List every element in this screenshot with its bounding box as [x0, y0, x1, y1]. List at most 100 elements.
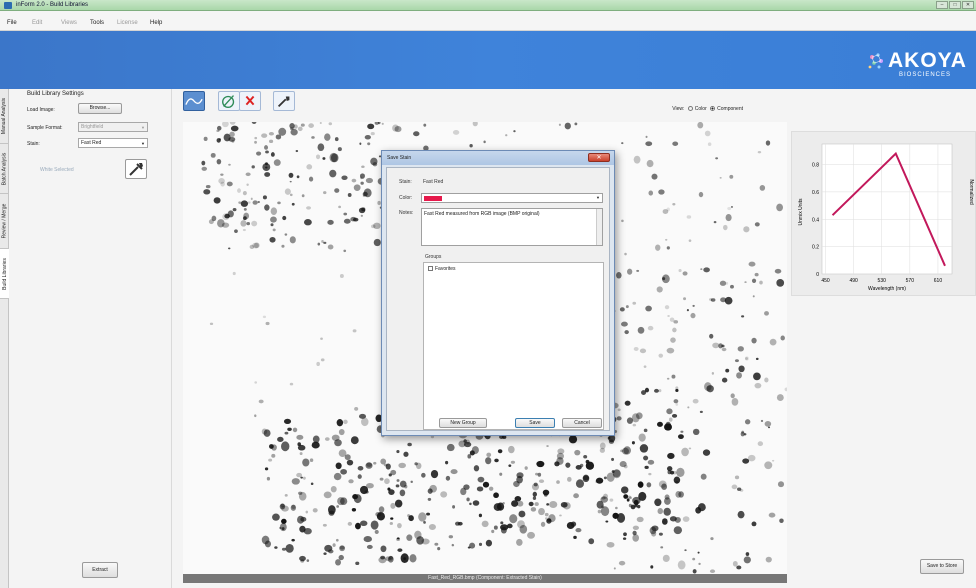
- cell-nucleus: [340, 468, 347, 475]
- extract-button[interactable]: Extract: [82, 562, 118, 578]
- cell-nucleus: [269, 236, 276, 243]
- cell-nucleus: [631, 441, 635, 445]
- cell-nucleus: [731, 397, 739, 406]
- view-component-radio[interactable]: [710, 106, 716, 112]
- favorites-label: Favorites: [435, 266, 456, 272]
- eyedropper-button[interactable]: [125, 159, 147, 179]
- cancel-button[interactable]: Cancel: [562, 418, 602, 428]
- color-picker[interactable]: ▼: [421, 193, 603, 203]
- tab-review-merge[interactable]: Review / Merge: [0, 194, 9, 249]
- cell-nucleus: [397, 523, 402, 529]
- cell-nucleus: [350, 216, 357, 222]
- cell-nucleus: [700, 473, 707, 480]
- cell-nucleus: [335, 559, 342, 566]
- cell-nucleus: [667, 452, 675, 460]
- menu-help[interactable]: Help: [150, 20, 162, 26]
- cell-nucleus: [748, 261, 756, 267]
- cell-nucleus: [469, 502, 472, 506]
- browse-button[interactable]: Browse...: [78, 103, 122, 114]
- cell-nucleus: [686, 309, 689, 312]
- settings-panel: Build Library Settings Load Image: Brows…: [10, 89, 172, 588]
- cell-nucleus: [764, 461, 773, 470]
- notes-text: Fast Red measured from RGB image (BMP or…: [424, 211, 540, 217]
- cell-nucleus: [265, 321, 270, 326]
- cell-nucleus: [673, 399, 679, 404]
- cell-nucleus: [673, 476, 681, 484]
- maximize-button[interactable]: □: [949, 1, 961, 9]
- menu-tools[interactable]: Tools: [90, 20, 104, 26]
- dialog-color-label: Color:: [399, 195, 413, 201]
- cell-nucleus: [736, 372, 742, 379]
- eyedropper-tool-button[interactable]: [273, 91, 295, 111]
- x-tick-label: 530: [878, 278, 887, 284]
- cell-nucleus: [624, 330, 629, 335]
- cell-nucleus: [281, 244, 285, 248]
- cell-nucleus: [359, 176, 363, 180]
- cell-nucleus: [343, 419, 348, 425]
- cell-nucleus: [538, 507, 545, 516]
- cell-nucleus: [384, 478, 390, 485]
- cell-nucleus: [292, 427, 298, 433]
- cell-nucleus: [737, 510, 745, 519]
- cell-nucleus: [367, 142, 371, 146]
- cell-nucleus: [390, 517, 394, 520]
- notes-textarea[interactable]: Fast Red measured from RGB image (BMP or…: [421, 208, 603, 246]
- minimize-button[interactable]: –: [936, 1, 948, 9]
- cell-nucleus: [352, 494, 358, 500]
- cell-nucleus: [606, 541, 615, 548]
- cell-nucleus: [493, 492, 499, 499]
- tab-batch-analysis[interactable]: Batch Analysis: [0, 144, 9, 194]
- cell-nucleus: [251, 220, 258, 227]
- save-to-store-button[interactable]: Save to Store: [920, 559, 964, 574]
- notes-scrollbar[interactable]: [596, 209, 602, 245]
- tab-manual-analysis[interactable]: Manual Analysis: [0, 89, 9, 144]
- cell-nucleus: [367, 123, 375, 130]
- save-button[interactable]: Save: [515, 418, 555, 428]
- chevron-down-icon: ▼: [596, 195, 600, 200]
- tab-build-libraries[interactable]: Build Libraries: [0, 249, 9, 299]
- menu-license[interactable]: License: [117, 20, 138, 26]
- cell-nucleus: [506, 523, 513, 529]
- stain-select[interactable]: Fast Red ▼: [78, 138, 148, 148]
- cell-nucleus: [673, 320, 679, 324]
- cell-nucleus: [613, 567, 616, 570]
- spectrum-tool-button[interactable]: [183, 91, 205, 111]
- cell-nucleus: [657, 508, 664, 515]
- cell-nucleus: [228, 163, 231, 166]
- spectrum-icon: [185, 98, 203, 105]
- cell-nucleus: [765, 140, 771, 146]
- cell-nucleus: [254, 381, 258, 384]
- cell-nucleus: [423, 520, 426, 524]
- sample-format-select[interactable]: Brightfield ▼: [78, 122, 148, 132]
- view-color-radio[interactable]: [687, 106, 693, 112]
- favorites-checkbox[interactable]: [428, 266, 433, 272]
- menu-file[interactable]: File: [7, 20, 17, 26]
- cell-nucleus: [568, 435, 578, 444]
- cell-nucleus: [632, 423, 637, 427]
- cell-nucleus: [713, 221, 717, 224]
- cell-nucleus: [270, 223, 274, 227]
- cell-nucleus: [338, 428, 345, 436]
- cell-nucleus: [632, 525, 639, 531]
- cell-nucleus: [620, 449, 624, 453]
- cell-nucleus: [246, 183, 249, 187]
- cell-nucleus: [605, 520, 609, 523]
- cell-nucleus: [743, 226, 750, 233]
- cell-nucleus: [363, 536, 372, 543]
- cell-nucleus: [264, 204, 270, 211]
- new-group-button[interactable]: New Group: [439, 418, 487, 428]
- clear-selection-button[interactable]: [239, 91, 261, 111]
- cell-nucleus: [203, 189, 211, 195]
- group-item-favorites[interactable]: Favorites: [428, 266, 456, 272]
- close-button[interactable]: ✕: [962, 1, 974, 9]
- dialog-close-button[interactable]: ✕: [588, 153, 610, 162]
- cell-nucleus: [396, 479, 400, 482]
- cell-nucleus: [427, 488, 433, 494]
- cell-nucleus: [289, 180, 292, 183]
- cell-nucleus: [608, 439, 615, 444]
- cell-nucleus: [410, 480, 413, 484]
- menu-edit[interactable]: Edit: [32, 20, 42, 26]
- cell-nucleus: [213, 197, 221, 204]
- select-region-button[interactable]: [218, 91, 240, 111]
- menu-views[interactable]: Views: [61, 20, 77, 26]
